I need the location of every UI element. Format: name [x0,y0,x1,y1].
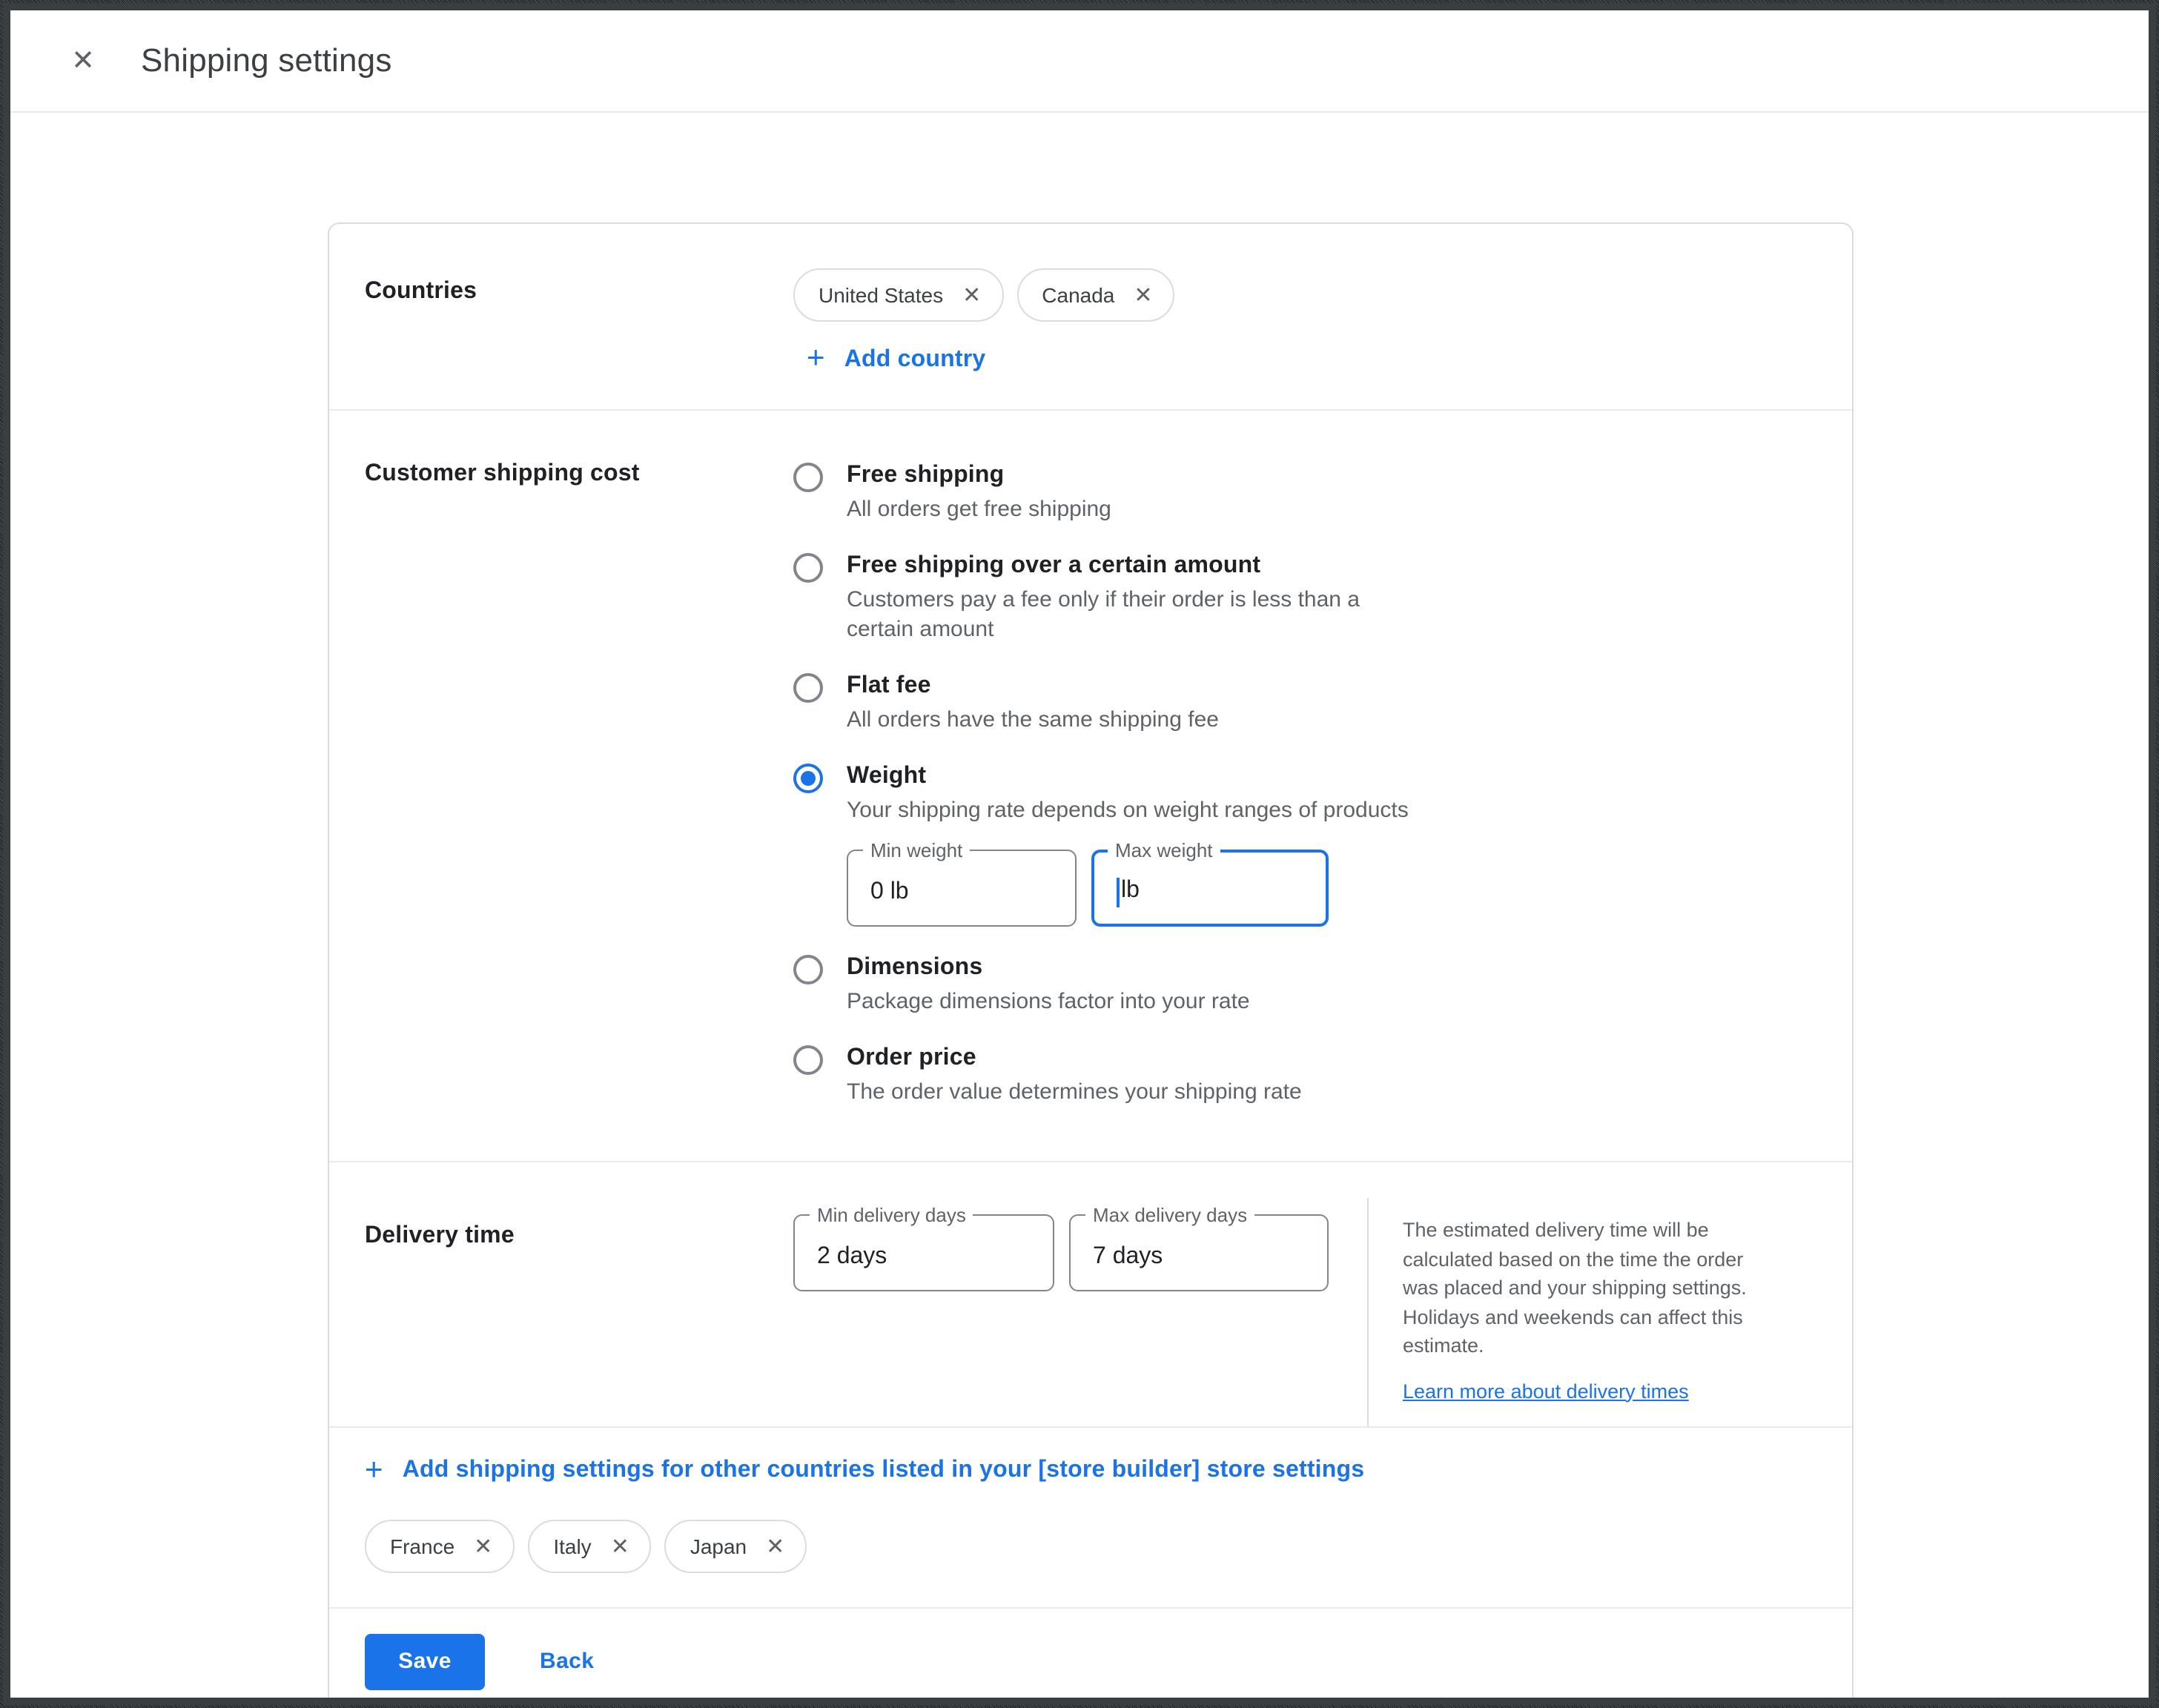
close-icon[interactable]: ✕ [64,42,102,80]
min-delivery-days-value: 2 days [817,1244,887,1271]
chip-label: France [390,1534,454,1558]
learn-more-delivery-times-link[interactable]: Learn more about delivery times [1403,1380,1689,1402]
shipping-settings-dialog: ✕ Shipping settings Countries United Sta… [3,3,2156,1705]
max-weight-value: lb [1121,878,1140,903]
radio-free-shipping-over-amount[interactable] [793,553,823,583]
country-chip-united-states[interactable]: United States ✕ [793,268,1003,322]
remove-icon[interactable]: ✕ [1134,282,1152,308]
min-delivery-days-floating-label: Min delivery days [810,1204,973,1226]
option-title: Free shipping over a certain amount [847,552,1383,581]
min-weight-value: 0 lb [870,879,909,906]
option-description: Your shipping rate depends on weight ran… [847,796,1409,826]
option-description: The order value determines your shipping… [847,1078,1302,1108]
add-shipping-settings-button[interactable]: + Add shipping settings for other countr… [365,1455,1816,1486]
delivery-note-text-2: Holidays and weekends can affect this es… [1403,1302,1776,1360]
remove-icon[interactable]: ✕ [962,282,981,308]
chip-label: Japan [690,1534,747,1558]
plus-icon: + [365,1454,383,1485]
add-country-label: Add country [844,346,986,373]
weight-range-fields: Min weight 0 lb Max weight lb [847,850,1409,927]
remove-icon[interactable]: ✕ [611,1532,629,1559]
remove-icon[interactable]: ✕ [766,1532,784,1559]
radio-dimensions[interactable] [793,955,823,984]
option-description: All orders have the same shipping fee [847,706,1219,735]
save-button[interactable]: Save [365,1633,485,1689]
delivery-time-label: Delivery time [365,1223,793,1250]
option-free-shipping: Free shipping All orders get free shippi… [793,461,1409,525]
shipping-cost-section: Customer shipping cost Free shipping All… [329,409,1852,1161]
chip-label: Italy [553,1534,591,1558]
max-weight-field[interactable]: Max weight lb [1091,850,1329,927]
max-delivery-days-field[interactable]: Max delivery days 7 days [1069,1214,1329,1291]
min-weight-field[interactable]: Min weight 0 lb [847,850,1077,927]
country-chip-canada[interactable]: Canada ✕ [1016,268,1174,322]
radio-order-price[interactable] [793,1045,823,1075]
option-free-shipping-over-amount: Free shipping over a certain amount Cust… [793,552,1409,645]
country-chip-italy[interactable]: Italy ✕ [528,1519,652,1572]
radio-weight-selected[interactable] [793,764,823,793]
radio-flat-fee[interactable] [793,673,823,703]
max-delivery-days-floating-label: Max delivery days [1085,1204,1254,1226]
option-order-price: Order price The order value determines y… [793,1044,1409,1108]
country-chip-france[interactable]: France ✕ [365,1519,515,1572]
max-delivery-days-value: 7 days [1093,1244,1163,1271]
text-cursor [1117,878,1120,907]
option-title: Flat fee [847,672,1219,701]
option-flat-fee: Flat fee All orders have the same shippi… [793,672,1409,735]
settings-card: Countries United States ✕ Canada ✕ [328,222,1854,1705]
shipping-cost-label: Customer shipping cost [365,461,793,488]
page-title: Shipping settings [141,42,392,80]
min-delivery-days-field[interactable]: Min delivery days 2 days [793,1214,1054,1291]
chip-label: United States [819,283,943,307]
countries-chip-list: United States ✕ Canada ✕ [793,268,1175,322]
dialog-header: ✕ Shipping settings [10,10,2149,113]
add-country-button[interactable]: + Add country [807,344,985,375]
delivery-estimate-note: The estimated delivery time will be calc… [1367,1198,1785,1426]
plus-icon: + [807,342,825,374]
option-description: Package dimensions factor into your rate [847,987,1250,1017]
back-button[interactable]: Back [540,1649,594,1674]
screenshot-stage: ✕ Shipping settings Countries United Sta… [0,0,2159,1708]
option-description: All orders get free shipping [847,495,1111,525]
option-title: Dimensions [847,953,1250,983]
other-countries-chip-list: France ✕ Italy ✕ Japan ✕ [365,1519,1816,1572]
delivery-note-text-1: The estimated delivery time will be calc… [1403,1216,1776,1302]
shipping-cost-options: Free shipping All orders get free shippi… [793,461,1409,1108]
option-title: Order price [847,1044,1302,1073]
max-weight-floating-label: Max weight [1108,839,1220,861]
footer-actions: Save Back [329,1606,1852,1705]
add-shipping-settings-label: Add shipping settings for other countrie… [403,1457,1365,1484]
countries-section: Countries United States ✕ Canada ✕ [329,224,1852,409]
radio-free-shipping[interactable] [793,463,823,492]
option-title: Free shipping [847,461,1111,491]
min-weight-floating-label: Min weight [863,839,970,861]
option-description: Customers pay a fee only if their order … [847,586,1383,645]
chip-label: Canada [1042,283,1114,307]
option-title: Weight [847,762,1409,792]
countries-label: Countries [365,279,793,305]
remove-icon[interactable]: ✕ [474,1532,492,1559]
delivery-days-fields: Min delivery days 2 days Max delivery da… [793,1214,1329,1426]
other-countries-section: + Add shipping settings for other countr… [329,1426,1852,1606]
option-dimensions: Dimensions Package dimensions factor int… [793,953,1409,1017]
delivery-time-section: Delivery time Min delivery days 2 days M… [329,1161,1852,1426]
country-chip-japan[interactable]: Japan ✕ [665,1519,807,1572]
option-weight: Weight Your shipping rate depends on wei… [793,762,1409,927]
